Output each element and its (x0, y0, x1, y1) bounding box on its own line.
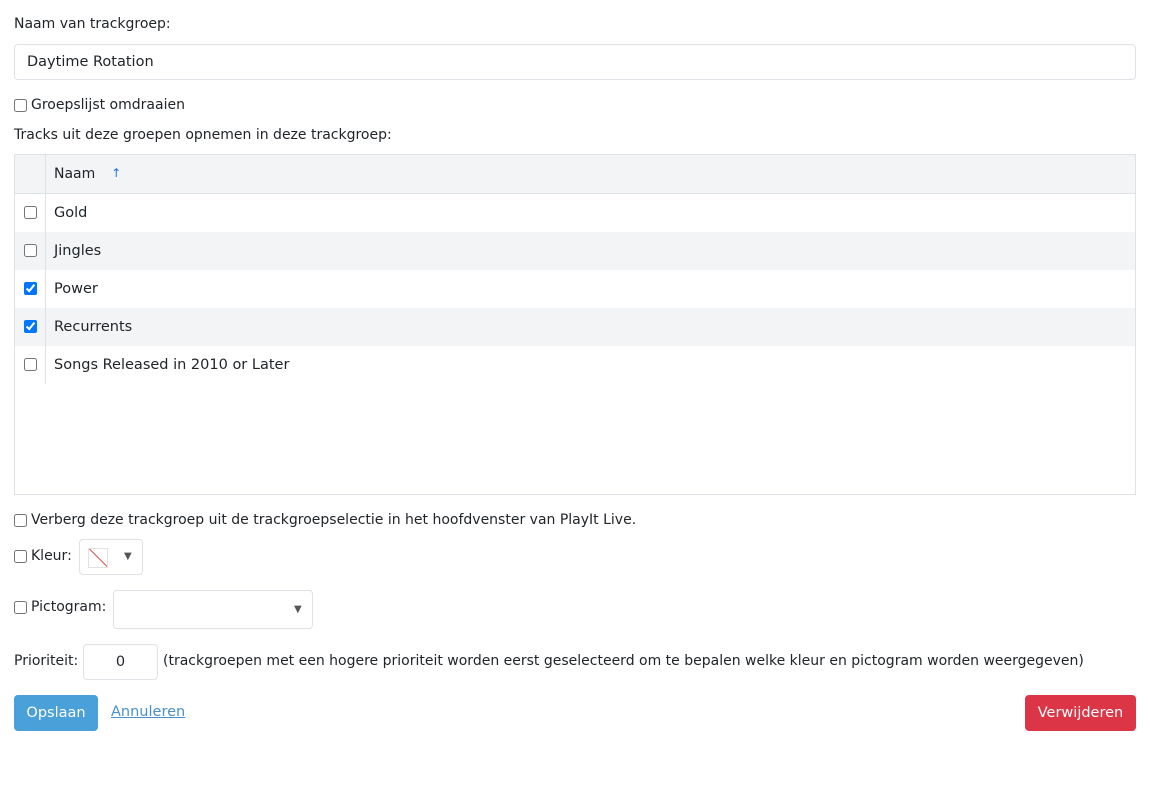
name-label: Naam van trackgroep: (14, 16, 171, 32)
reverse-checkbox[interactable] (14, 98, 27, 112)
reverse-label: Groepslijst omdraaien (31, 97, 185, 113)
name-input[interactable] (14, 44, 1136, 80)
header-check-cell (15, 155, 46, 193)
icon-checkbox[interactable] (14, 600, 27, 614)
row-checkbox-songs-2010[interactable] (24, 358, 37, 371)
save-button[interactable]: Opslaan (14, 695, 98, 731)
grid-body: Gold Jingles Power Recurrents Songs Rele… (15, 194, 1135, 384)
icon-option[interactable]: Pictogram: (14, 599, 106, 615)
color-checkbox[interactable] (14, 549, 27, 563)
cancel-link[interactable]: Annuleren (111, 704, 185, 720)
table-row[interactable]: Power (15, 270, 1135, 308)
hide-label: Verberg deze trackgroep uit de trackgroe… (31, 512, 637, 528)
row-label: Recurrents (54, 319, 133, 335)
table-row[interactable]: Songs Released in 2010 or Later (15, 346, 1135, 384)
caret-down-icon: ▼ (124, 551, 132, 562)
row-label: Power (54, 281, 98, 297)
color-label: Kleur: (31, 548, 72, 564)
reverse-option[interactable]: Groepslijst omdraaien (14, 97, 185, 113)
hide-option[interactable]: Verberg deze trackgroep uit de trackgroe… (14, 512, 636, 528)
row-label: Songs Released in 2010 or Later (54, 357, 290, 373)
row-checkbox-gold[interactable] (24, 206, 37, 219)
table-row[interactable]: Jingles (15, 232, 1135, 270)
color-picker[interactable]: ▼ (79, 539, 143, 575)
priority-input[interactable] (83, 644, 158, 680)
trackgroup-form: Naam van trackgroep: Groepslijst omdraai… (0, 0, 1150, 800)
caret-down-icon: ▼ (294, 604, 302, 615)
hide-checkbox[interactable] (14, 513, 27, 527)
row-label: Jingles (54, 243, 102, 259)
icon-dropdown[interactable]: ▼ (113, 590, 313, 629)
table-row[interactable]: Recurrents (15, 308, 1135, 346)
no-color-icon (88, 548, 108, 568)
priority-label: Prioriteit: (14, 653, 79, 669)
arrow-up-icon[interactable]: ↑ (111, 166, 121, 180)
delete-button[interactable]: Verwijderen (1025, 695, 1136, 731)
color-option[interactable]: Kleur: (14, 548, 72, 564)
row-checkbox-jingles[interactable] (24, 244, 37, 257)
row-label: Gold (54, 205, 88, 221)
row-checkbox-recurrents[interactable] (24, 320, 37, 333)
header-name-label: Naam (54, 166, 96, 182)
groups-label: Tracks uit deze groepen opnemen in deze … (14, 127, 392, 143)
icon-label: Pictogram: (31, 599, 107, 615)
table-row[interactable]: Gold (15, 194, 1135, 232)
header-name-column[interactable]: Naam ↑ (46, 155, 1135, 193)
groups-grid: Naam ↑ Gold Jingles Power Recurrents Son… (14, 154, 1136, 495)
priority-help: (trackgroepen met een hogere prioriteit … (163, 653, 1084, 669)
grid-header: Naam ↑ (15, 155, 1135, 194)
row-checkbox-power[interactable] (24, 282, 37, 295)
